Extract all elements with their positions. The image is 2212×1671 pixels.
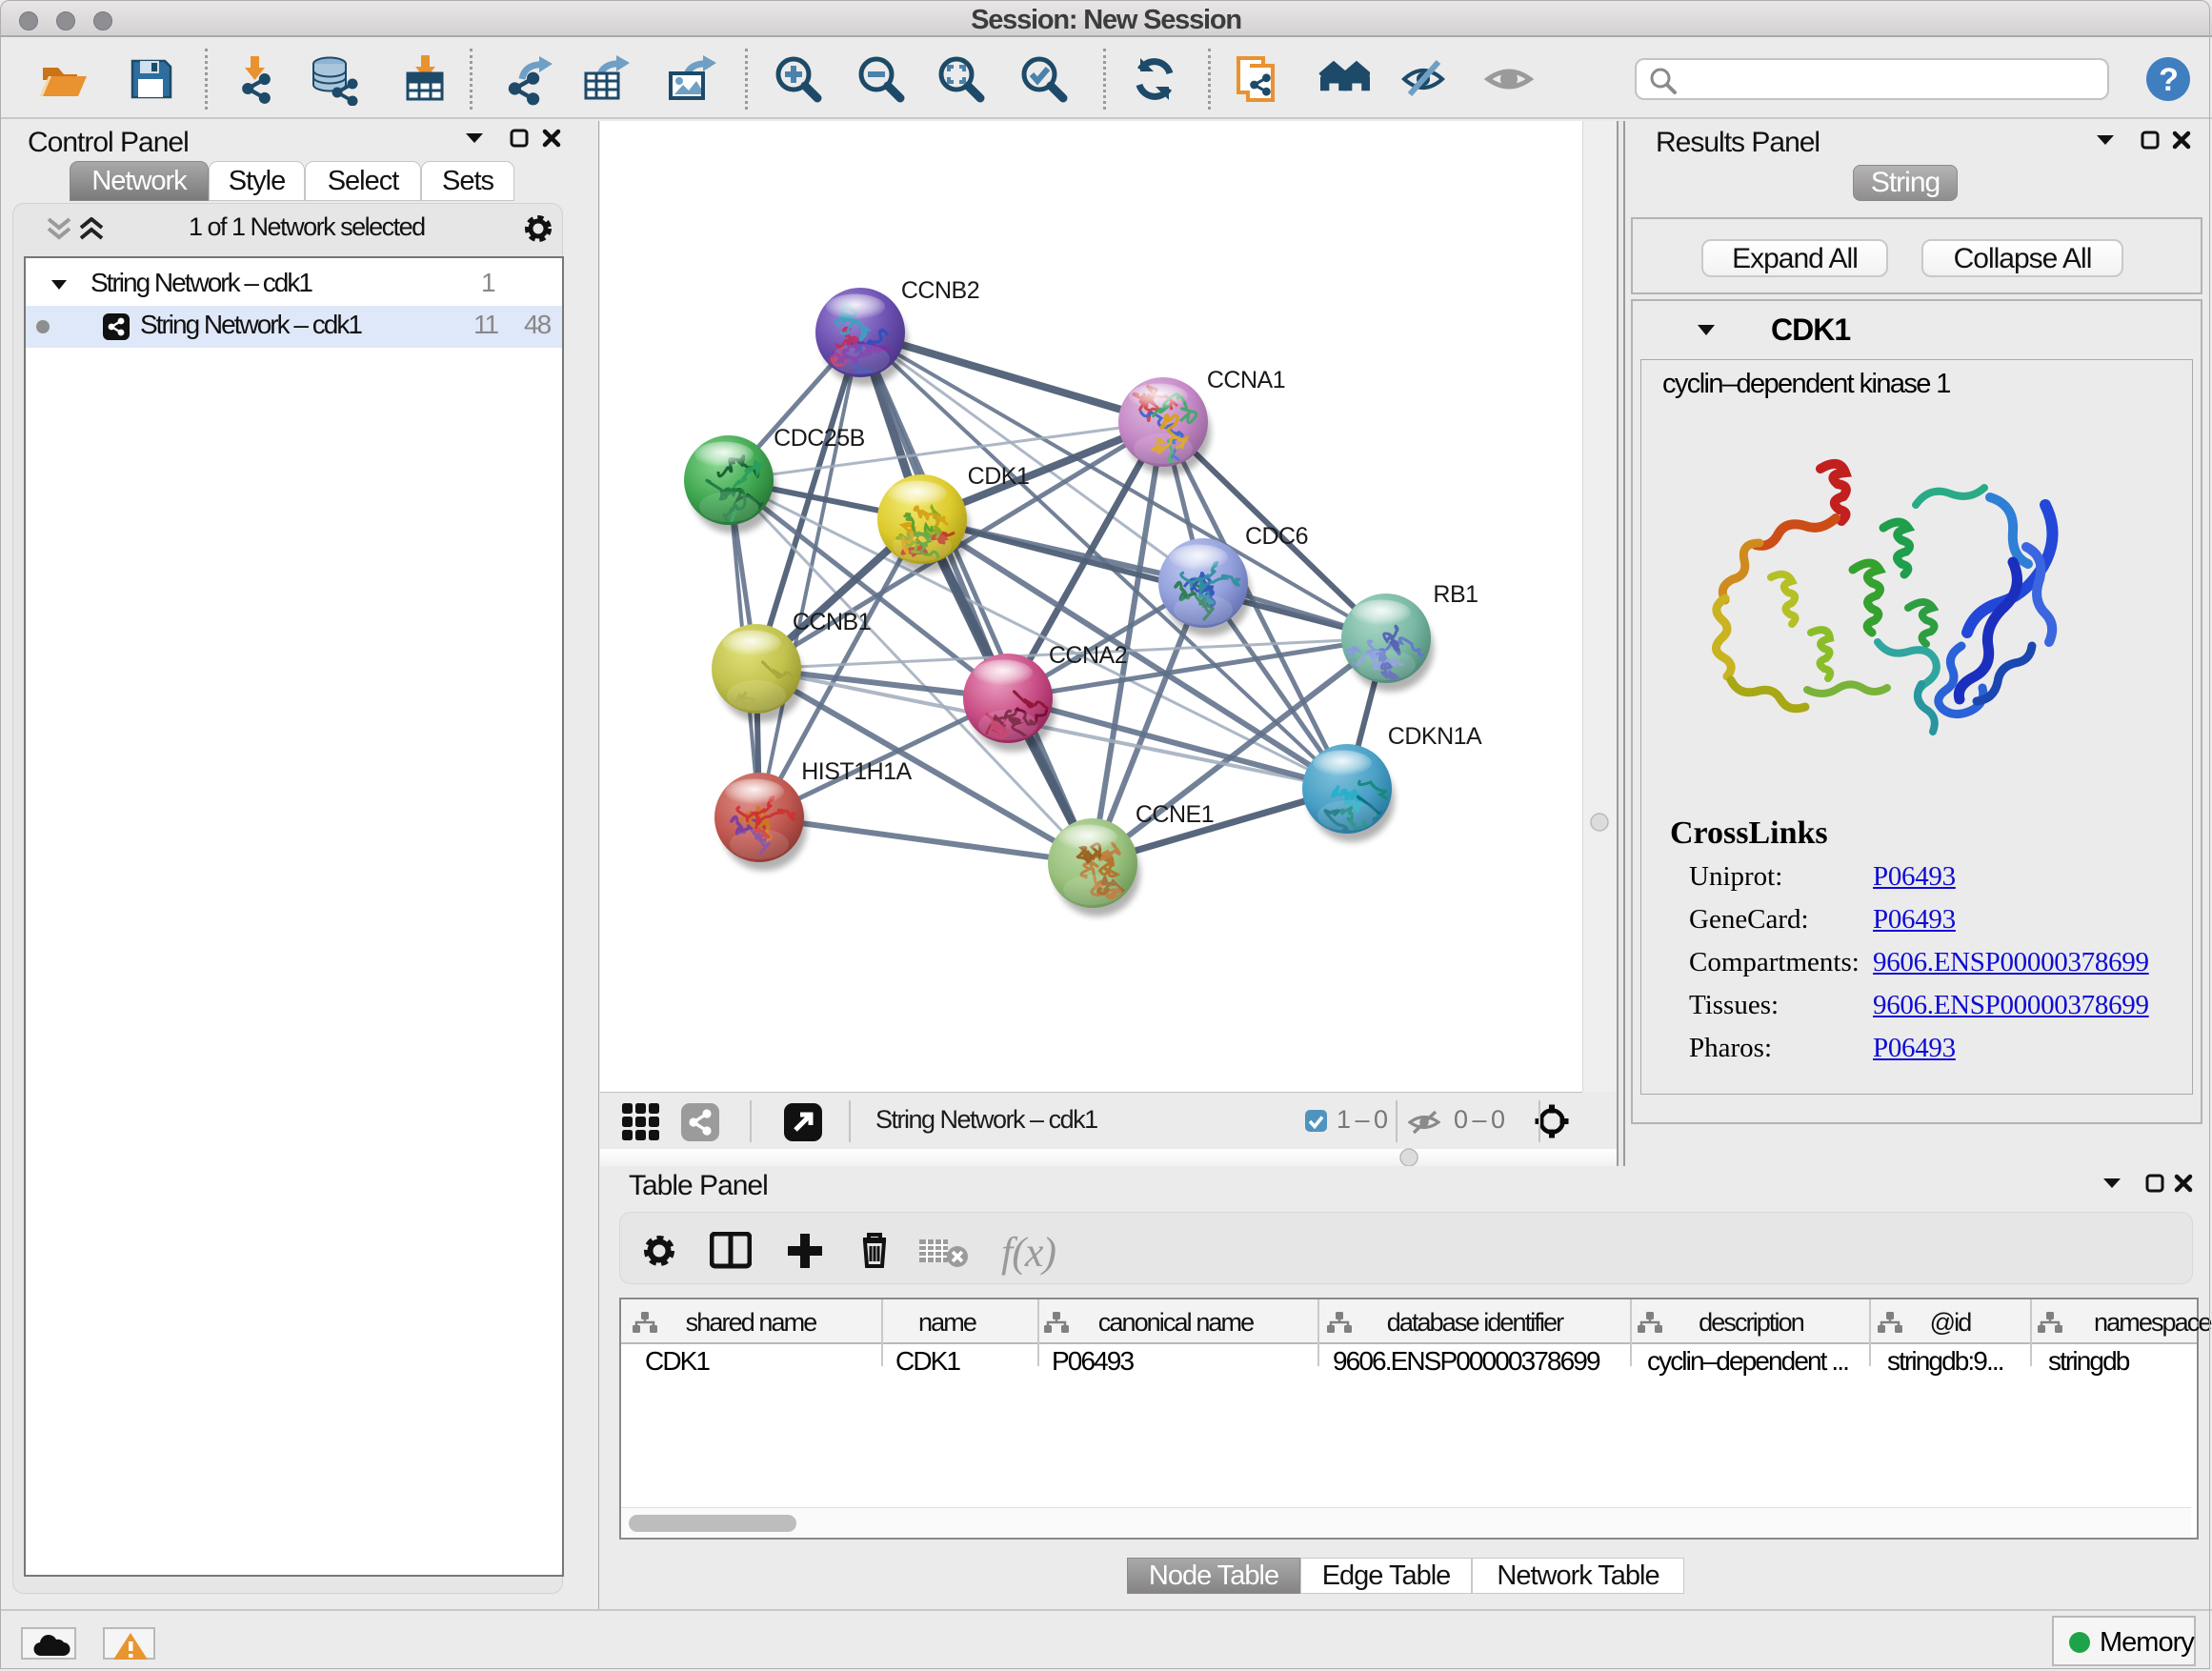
svg-text:CCNA1: CCNA1 bbox=[1207, 367, 1285, 393]
svg-text:CDKN1A: CDKN1A bbox=[1388, 723, 1482, 750]
svg-text:CDC6: CDC6 bbox=[1245, 523, 1308, 550]
svg-text:CDK1: CDK1 bbox=[968, 463, 1030, 490]
svg-text:RB1: RB1 bbox=[1433, 581, 1478, 608]
svg-text:CCNB2: CCNB2 bbox=[901, 277, 979, 304]
svg-text:?: ? bbox=[2159, 62, 2178, 98]
svg-text:CCNA2: CCNA2 bbox=[1049, 642, 1127, 669]
svg-text:CCNB1: CCNB1 bbox=[793, 609, 871, 635]
svg-text:CCNE1: CCNE1 bbox=[1136, 801, 1214, 828]
svg-text:CDC25B: CDC25B bbox=[774, 425, 865, 452]
svg-text:HIST1H1A: HIST1H1A bbox=[801, 758, 912, 785]
